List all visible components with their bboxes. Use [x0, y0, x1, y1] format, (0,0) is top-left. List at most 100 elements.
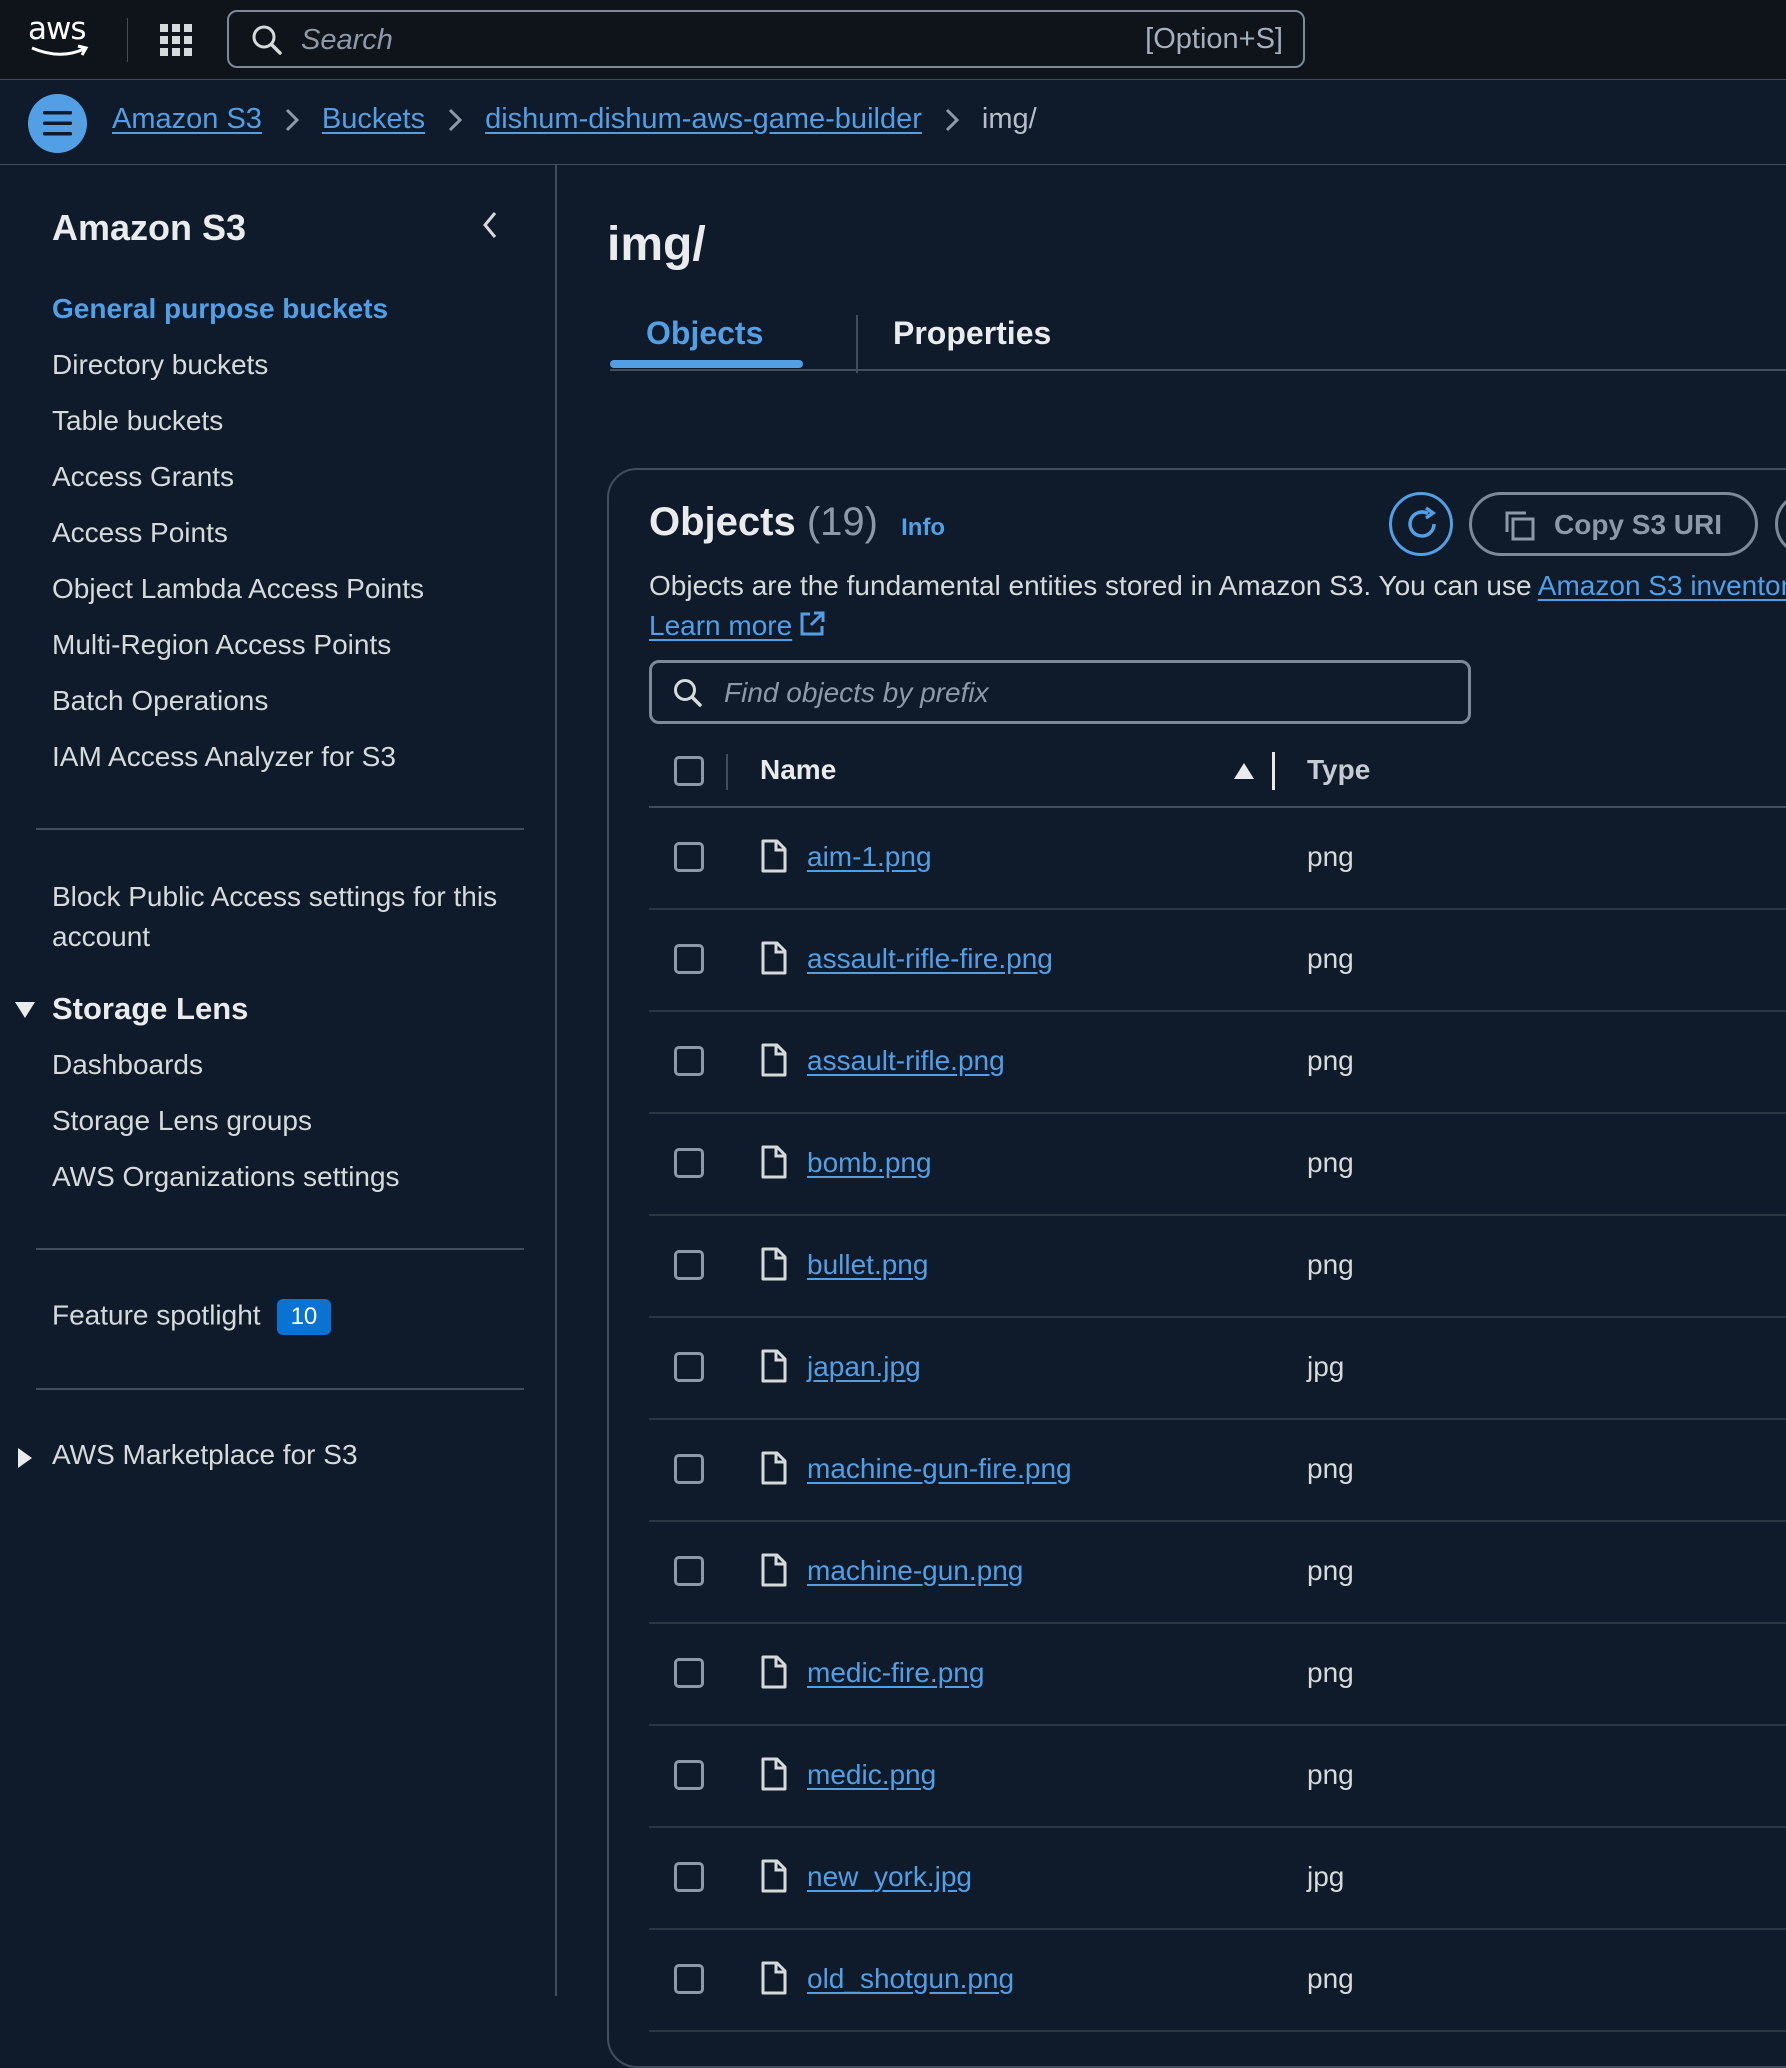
aws-logo[interactable]: aws — [28, 14, 94, 64]
caret-right-icon[interactable] — [17, 1447, 33, 1469]
row-checkbox[interactable] — [674, 1964, 704, 1994]
column-header-type[interactable]: Type — [1307, 754, 1370, 786]
row-checkbox[interactable] — [674, 944, 704, 974]
sidebar-item-object-lambda-access-points[interactable]: Object Lambda Access Points — [52, 573, 424, 605]
sidebar-item-directory-buckets[interactable]: Directory buckets — [52, 349, 268, 381]
object-name-link[interactable]: old_shotgun.png — [807, 1963, 1014, 1995]
object-name-link[interactable]: assault-rifle-fire.png — [807, 943, 1053, 975]
object-name-link[interactable]: medic.png — [807, 1759, 936, 1791]
sidebar-item-block-public-access[interactable]: Block Public Access settings for this ac… — [52, 877, 522, 957]
row-checkbox[interactable] — [674, 1148, 704, 1178]
column-header-name[interactable]: Name — [760, 754, 836, 786]
row-checkbox[interactable] — [674, 1658, 704, 1688]
sidebar-item-aws-organizations-settings[interactable]: AWS Organizations settings — [52, 1161, 400, 1193]
object-type: png — [1307, 1045, 1354, 1076]
page-title: img/ — [607, 218, 706, 271]
global-search-input[interactable]: Search [Option+S] — [227, 10, 1305, 68]
table-row[interactable]: machine-gun.png png — [649, 1522, 1786, 1624]
search-icon — [674, 679, 702, 707]
object-name-link[interactable]: new_york.jpg — [807, 1861, 972, 1893]
caret-down-icon[interactable] — [14, 1001, 36, 1019]
tab-objects[interactable]: Objects — [646, 315, 763, 352]
breadcrumb-current: img/ — [981, 103, 1037, 135]
more-actions-button[interactable] — [1775, 492, 1786, 556]
sidebar-item-general-purpose-buckets[interactable]: General purpose buckets — [52, 293, 388, 325]
table-row[interactable]: new_york.jpg jpg — [649, 1828, 1786, 1930]
objects-heading: Objects (19) Info — [649, 500, 945, 545]
file-icon — [760, 839, 788, 878]
tab-divider — [856, 315, 858, 373]
find-objects-input[interactable]: Find objects by prefix — [649, 660, 1471, 724]
objects-panel: Objects (19) Info Copy S3 URI Objects ar… — [607, 468, 1786, 2068]
object-name-link[interactable]: aim-1.png — [807, 841, 932, 873]
row-checkbox[interactable] — [674, 1760, 704, 1790]
sidebar-item-batch-operations[interactable]: Batch Operations — [52, 685, 268, 717]
sidebar-item-storage-lens-groups[interactable]: Storage Lens groups — [52, 1105, 312, 1137]
breadcrumb-bucket-link[interactable]: dishum-dishum-aws-game-builder — [485, 103, 922, 136]
inventory-link[interactable]: Amazon S3 inventory — [1538, 570, 1786, 601]
chevron-left-icon[interactable] — [480, 209, 500, 241]
sidebar-item-iam-access-analyzer[interactable]: IAM Access Analyzer for S3 — [52, 741, 396, 773]
object-name-link[interactable]: bullet.png — [807, 1249, 928, 1281]
table-row[interactable]: bullet.png png — [649, 1216, 1786, 1318]
row-checkbox[interactable] — [674, 1454, 704, 1484]
aws-smile-icon — [31, 44, 89, 56]
object-type: jpg — [1307, 1861, 1345, 1892]
object-name-link[interactable]: machine-gun-fire.png — [807, 1453, 1072, 1485]
tab-properties[interactable]: Properties — [893, 315, 1051, 352]
sidebar-item-aws-marketplace[interactable]: AWS Marketplace for S3 — [52, 1439, 358, 1471]
refresh-button[interactable] — [1389, 492, 1453, 556]
table-row[interactable]: aim-1.png png — [649, 808, 1786, 910]
topbar-divider — [127, 18, 128, 62]
object-name-link[interactable]: machine-gun.png — [807, 1555, 1023, 1587]
table-row[interactable]: machine-gun-fire.png png — [649, 1420, 1786, 1522]
top-navigation: aws Search [Option+S] — [0, 0, 1786, 80]
object-name-link[interactable]: assault-rifle.png — [807, 1045, 1005, 1077]
sidebar-item-access-grants[interactable]: Access Grants — [52, 461, 234, 493]
copy-s3-uri-label: Copy S3 URI — [1554, 509, 1723, 540]
sidebar-item-feature-spotlight[interactable]: Feature spotlight 10 — [52, 1299, 332, 1335]
object-name-link[interactable]: medic-fire.png — [807, 1657, 984, 1689]
side-navigation-toggle-button[interactable] — [28, 94, 87, 153]
table-row[interactable]: bomb.png png — [649, 1114, 1786, 1216]
sidebar-item-table-buckets[interactable]: Table buckets — [52, 405, 223, 437]
table-row[interactable]: assault-rifle.png png — [649, 1012, 1786, 1114]
sort-ascending-icon[interactable] — [1233, 762, 1255, 780]
row-checkbox[interactable] — [674, 842, 704, 872]
file-icon — [760, 1757, 788, 1796]
copy-s3-uri-button[interactable]: Copy S3 URI — [1469, 492, 1758, 556]
table-row[interactable]: assault-rifle-fire.png png — [649, 910, 1786, 1012]
info-link[interactable]: Info — [901, 514, 945, 541]
row-checkbox[interactable] — [674, 1556, 704, 1586]
column-resize-handle[interactable] — [1272, 752, 1275, 790]
hamburger-menu-icon — [43, 111, 72, 136]
table-row[interactable]: medic.png png — [649, 1726, 1786, 1828]
table-row[interactable]: old_shotgun.png png — [649, 1930, 1786, 2032]
breadcrumb-buckets-link[interactable]: Buckets — [322, 103, 425, 136]
row-checkbox[interactable] — [674, 1862, 704, 1892]
select-all-checkbox[interactable] — [674, 756, 704, 786]
row-checkbox[interactable] — [674, 1250, 704, 1280]
external-link-icon — [800, 611, 825, 636]
chevron-right-icon — [944, 107, 960, 133]
object-name-link[interactable]: bomb.png — [807, 1147, 932, 1179]
sidebar-item-multi-region-access-points[interactable]: Multi-Region Access Points — [52, 629, 391, 661]
table-row[interactable]: japan.jpg jpg — [649, 1318, 1786, 1420]
objects-count: (19) — [806, 500, 878, 544]
object-type: png — [1307, 943, 1354, 974]
row-checkbox[interactable] — [674, 1046, 704, 1076]
breadcrumb-amazon-s3-link[interactable]: Amazon S3 — [112, 103, 262, 136]
sidebar-title[interactable]: Amazon S3 — [52, 207, 246, 249]
services-grid-icon[interactable] — [158, 22, 194, 58]
sidebar-item-dashboards[interactable]: Dashboards — [52, 1049, 203, 1081]
file-icon — [760, 1859, 788, 1898]
learn-more-link[interactable]: Learn more — [649, 610, 826, 642]
feature-spotlight-label: Feature spotlight — [52, 1299, 261, 1331]
table-row[interactable]: medic-fire.png png — [649, 1624, 1786, 1726]
tab-list: Objects Properties — [610, 315, 1786, 373]
row-checkbox[interactable] — [674, 1352, 704, 1382]
file-icon — [760, 1451, 788, 1490]
object-name-link[interactable]: japan.jpg — [807, 1351, 921, 1383]
sidebar-item-access-points[interactable]: Access Points — [52, 517, 228, 549]
sidebar-section-storage-lens[interactable]: Storage Lens — [52, 991, 248, 1027]
